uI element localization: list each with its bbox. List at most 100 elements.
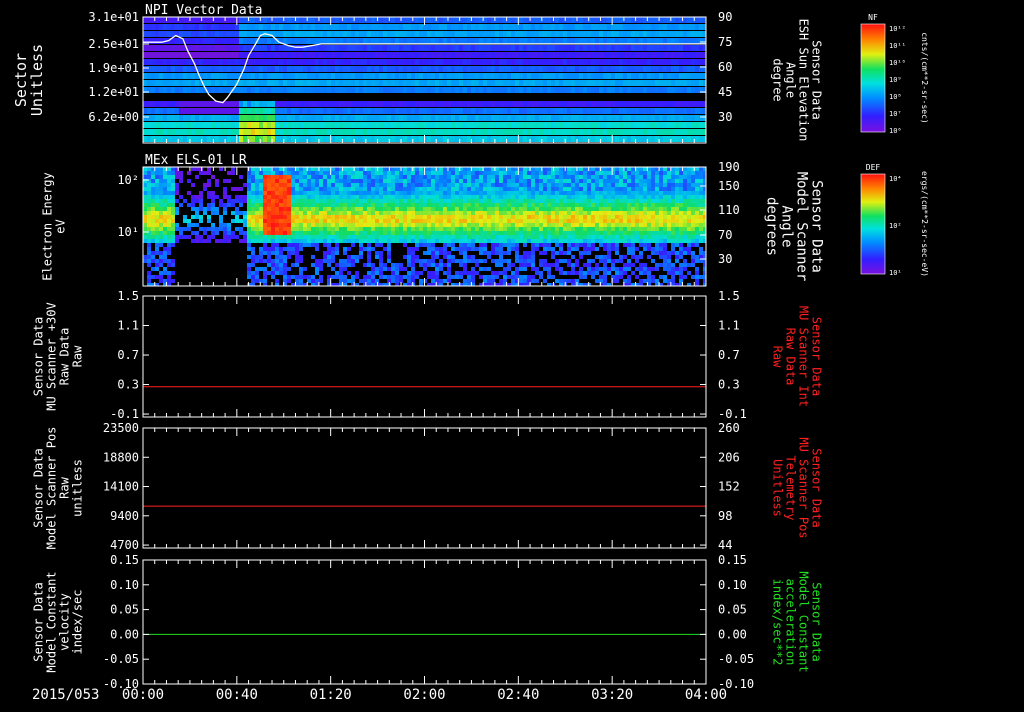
heat-cell	[171, 207, 175, 211]
heat-cell	[567, 211, 571, 215]
heat-cell	[527, 259, 531, 263]
heat-cell	[539, 227, 543, 231]
heat-cell	[571, 231, 575, 235]
heat-cell	[483, 251, 487, 255]
heat-cell	[571, 52, 576, 58]
heat-cell	[267, 101, 272, 107]
heat-cell	[323, 199, 327, 203]
heat-cell	[279, 73, 284, 79]
heat-cell	[319, 171, 323, 175]
heat-cell	[383, 171, 387, 175]
heat-cell	[471, 227, 475, 231]
heat-cell	[511, 211, 515, 215]
heat-cell	[539, 66, 544, 72]
heat-cell	[631, 52, 636, 58]
heat-cell	[327, 195, 331, 199]
heat-cell	[291, 243, 295, 247]
heat-cell	[587, 31, 592, 37]
heat-cell	[671, 108, 676, 114]
heat-cell	[571, 175, 575, 179]
heat-cell	[519, 183, 523, 187]
heat-cell	[283, 129, 288, 135]
heat-cell	[291, 73, 296, 79]
heat-cell	[435, 255, 439, 259]
heat-cell	[427, 80, 432, 86]
heat-cell	[491, 199, 495, 203]
heat-cell	[583, 167, 587, 171]
heat-cell	[535, 175, 539, 179]
heat-cell	[495, 59, 500, 65]
heat-cell	[515, 207, 519, 211]
heat-cell	[451, 66, 456, 72]
heat-cell	[359, 101, 364, 107]
heat-cell	[303, 187, 307, 191]
heat-cell	[663, 101, 668, 107]
heat-cell	[163, 45, 168, 51]
heat-cell	[407, 73, 412, 79]
heat-cell	[451, 183, 455, 187]
heat-cell	[559, 251, 563, 255]
heat-cell	[379, 179, 383, 183]
heat-cell	[655, 59, 660, 65]
heat-cell	[267, 115, 272, 121]
heat-cell	[651, 73, 656, 79]
heat-cell	[595, 31, 600, 37]
heat-cell	[519, 87, 524, 93]
heat-cell	[419, 263, 423, 267]
heat-cell	[627, 66, 632, 72]
heat-cell	[151, 45, 156, 51]
heat-cell	[367, 263, 371, 267]
heat-cell	[395, 271, 399, 275]
heat-cell	[147, 215, 151, 219]
heat-cell	[159, 263, 163, 267]
heat-cell	[155, 45, 160, 51]
heat-cell	[495, 231, 499, 235]
heat-cell	[467, 235, 471, 239]
heat-cell	[315, 259, 319, 263]
heat-cell	[447, 191, 451, 195]
heat-cell	[231, 187, 235, 191]
heat-cell	[671, 115, 676, 121]
heat-cell	[579, 191, 583, 195]
heat-cell	[219, 87, 224, 93]
heat-cell	[643, 80, 648, 86]
heat-cell	[631, 87, 636, 93]
heat-cell	[515, 231, 519, 235]
heat-cell	[275, 279, 279, 283]
heat-cell	[371, 247, 375, 251]
heat-cell	[439, 263, 443, 267]
heat-cell	[455, 108, 460, 114]
heat-cell	[463, 45, 468, 51]
heat-cell	[503, 235, 507, 239]
heat-cell	[687, 129, 692, 135]
heat-cell	[211, 191, 215, 195]
heat-cell	[155, 187, 159, 191]
heat-cell	[371, 271, 375, 275]
heat-cell	[675, 31, 680, 37]
heat-cell	[283, 52, 288, 58]
heat-cell	[555, 243, 559, 247]
heat-cell	[527, 59, 532, 65]
heat-cell	[415, 45, 420, 51]
heat-cell	[695, 38, 700, 44]
heat-cell	[443, 24, 448, 30]
heat-cell	[579, 267, 583, 271]
heat-cell	[411, 73, 416, 79]
heat-cell	[655, 101, 660, 107]
heat-cell	[647, 122, 652, 128]
heat-cell	[523, 171, 527, 175]
heat-cell	[471, 38, 476, 44]
heat-cell	[287, 207, 291, 211]
heat-cell	[487, 122, 492, 128]
heat-cell	[623, 45, 628, 51]
heat-cell	[659, 73, 664, 79]
heat-cell	[463, 66, 468, 72]
heat-cell	[383, 122, 388, 128]
heat-cell	[295, 211, 299, 215]
heat-cell	[495, 247, 499, 251]
heat-cell	[259, 108, 264, 114]
heat-cell	[559, 267, 563, 271]
heat-cell	[323, 45, 328, 51]
heat-cell	[359, 243, 363, 247]
heat-cell	[147, 263, 151, 267]
